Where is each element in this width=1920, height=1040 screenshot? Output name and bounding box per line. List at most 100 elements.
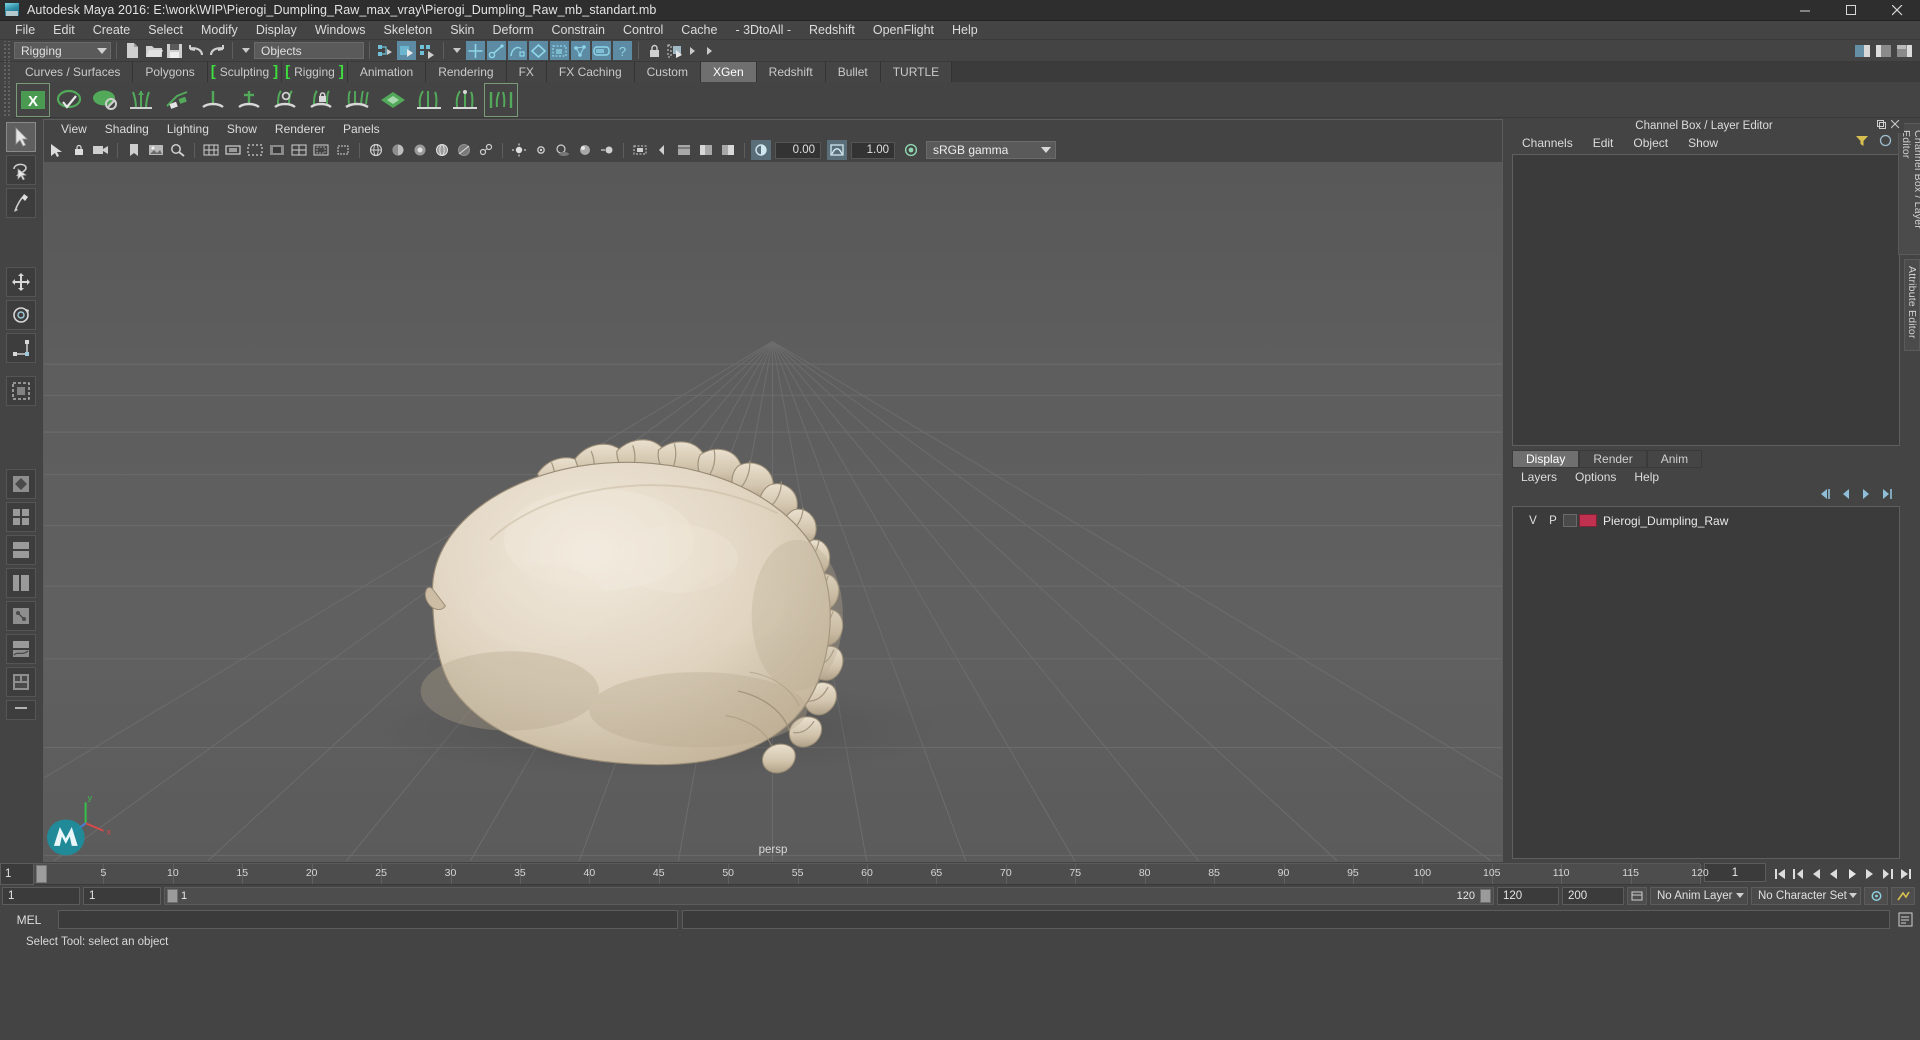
range-slider-track[interactable]: 1 120 <box>164 887 1494 905</box>
safe-action-icon[interactable] <box>311 140 331 160</box>
xgen-groom-brush-icon[interactable] <box>197 84 229 116</box>
xgen-groom-add-icon[interactable] <box>233 84 265 116</box>
mask-dynamics-icon[interactable] <box>592 41 611 60</box>
anim-layer-selector[interactable]: No Anim Layer <box>1650 887 1748 905</box>
menu-redshift[interactable]: Redshift <box>800 21 864 40</box>
channel-box-menu-show[interactable]: Show <box>1678 136 1728 150</box>
time-slider-current-handle[interactable] <box>36 865 47 883</box>
show-hide-tool-settings-icon[interactable] <box>1874 41 1893 60</box>
time-slider-ruler[interactable]: 5 10 15 20 25 30 35 40 45 50 55 60 65 70 75 80 85 90 95 100… <box>34 863 1709 885</box>
xgen-editor-icon[interactable]: X <box>16 82 50 117</box>
xgen-groom-lock-icon[interactable] <box>305 84 337 116</box>
move-layer-up-icon[interactable] <box>1818 487 1832 505</box>
xgen-guide-tool-icon[interactable] <box>413 84 445 116</box>
layer-editor-menu-options[interactable]: Options <box>1566 470 1625 484</box>
gamma-toggle-icon[interactable] <box>827 140 847 160</box>
time-slider-start-field[interactable]: 1 <box>0 863 34 885</box>
close-panel-icon[interactable] <box>1890 119 1900 132</box>
rotate-tool-button[interactable] <box>6 300 36 330</box>
xgen-add-noise-modifier-icon[interactable] <box>161 84 193 116</box>
shelf-tab-rendering[interactable]: Rendering <box>426 62 507 82</box>
wireframe-shading-icon[interactable] <box>366 140 386 160</box>
selection-mask-selector[interactable]: Objects <box>254 42 364 59</box>
paint-effects-globals-icon[interactable] <box>674 140 694 160</box>
layer-editor-tab-anim[interactable]: Anim <box>1646 450 1703 468</box>
menu-control[interactable]: Control <box>614 21 672 40</box>
select-by-hierarchy-icon[interactable] <box>376 41 395 60</box>
command-input[interactable] <box>58 910 678 929</box>
shelf-tab-rigging[interactable]: Rigging <box>282 62 348 82</box>
field-chart-icon[interactable] <box>289 140 309 160</box>
color-management-selector[interactable]: sRGB gamma <box>926 141 1056 159</box>
mask-deformers-icon[interactable] <box>571 41 590 60</box>
resolution-gate-icon[interactable] <box>245 140 265 160</box>
use-all-lights-icon[interactable] <box>531 140 551 160</box>
viewport-display-icon[interactable] <box>718 140 738 160</box>
paint-select-tool-button[interactable] <box>6 188 36 218</box>
viewport-menu-lighting[interactable]: Lighting <box>158 122 218 136</box>
show-hide-attribute-editor-icon[interactable] <box>1853 41 1872 60</box>
animation-start-time-field[interactable]: 1 <box>2 887 80 905</box>
exposure-field[interactable]: 0.00 <box>775 141 821 159</box>
menu-skeleton[interactable]: Skeleton <box>375 21 442 40</box>
shelf-tab-fx-caching[interactable]: FX Caching <box>546 62 635 82</box>
viewport-3d[interactable]: y x persp <box>44 162 1502 861</box>
undo-icon[interactable] <box>186 41 205 60</box>
mask-options-arrow-icon[interactable] <box>453 48 461 53</box>
last-tool-button[interactable] <box>6 376 36 406</box>
shelf-tab-redshift[interactable]: Redshift <box>756 62 826 82</box>
current-frame-field[interactable]: 1 <box>1704 863 1766 882</box>
menu-help[interactable]: Help <box>943 21 987 40</box>
menu-display[interactable]: Display <box>247 21 306 40</box>
viewport-menu-renderer[interactable]: Renderer <box>266 122 334 136</box>
viewport-menu-shading[interactable]: Shading <box>96 122 158 136</box>
go-to-start-icon[interactable] <box>1772 865 1788 883</box>
xgen-groom-comb-icon[interactable] <box>341 84 373 116</box>
statusbar-collapse-arrow-1-icon[interactable] <box>690 46 699 55</box>
shelf-tab-turtle[interactable]: TURTLE <box>880 62 953 82</box>
bookmark-icon[interactable] <box>124 140 144 160</box>
xgen-guide-edit-icon[interactable] <box>449 84 481 116</box>
select-tool-button[interactable] <box>6 122 36 152</box>
select-by-component-icon[interactable] <box>418 41 437 60</box>
grid-toggle-icon[interactable] <box>201 140 221 160</box>
shelf-tab-curves-surfaces[interactable]: Curves / Surfaces <box>13 62 134 82</box>
command-language-selector[interactable]: MEL <box>4 913 54 927</box>
go-to-end-icon[interactable] <box>1898 865 1914 883</box>
statusbar-collapse-arrow-2-icon[interactable] <box>707 46 716 55</box>
menu-deform[interactable]: Deform <box>484 21 543 40</box>
mask-points-icon[interactable] <box>487 41 506 60</box>
view-layout-hypershade-button[interactable] <box>6 667 36 697</box>
channel-box-speedkey-icon[interactable] <box>1879 134 1892 152</box>
channel-box-filter-icon[interactable] <box>1855 134 1869 152</box>
film-gate-icon[interactable] <box>223 140 243 160</box>
animation-settings-icon[interactable] <box>1891 887 1915 905</box>
move-layer-down-one-icon[interactable] <box>1860 487 1872 505</box>
menu-openflight[interactable]: OpenFlight <box>864 21 943 40</box>
view-layout-persp-graph-button[interactable] <box>6 634 36 664</box>
show-hide-channel-box-icon[interactable] <box>1895 41 1914 60</box>
layer-visibility-toggle[interactable]: V <box>1523 515 1543 527</box>
channel-box-menu-object[interactable]: Object <box>1623 136 1678 150</box>
menu-file[interactable]: File <box>6 21 44 40</box>
smooth-shade-all-icon[interactable] <box>388 140 408 160</box>
menu-select[interactable]: Select <box>139 21 192 40</box>
maximize-button[interactable] <box>1828 0 1874 21</box>
toolbar-gripper[interactable] <box>2 40 11 61</box>
highlight-selection-icon[interactable] <box>666 41 685 60</box>
redo-icon[interactable] <box>207 41 226 60</box>
mask-lines-icon[interactable] <box>508 41 527 60</box>
range-slider-right-handle[interactable] <box>1480 889 1491 903</box>
character-set-selector[interactable]: No Character Set <box>1751 887 1861 905</box>
playback-end-time-field[interactable]: 120 <box>1497 887 1559 905</box>
shelf-tab-xgen[interactable]: XGen <box>700 62 757 82</box>
layer-row[interactable]: V P Pierogi_Dumpling_Raw <box>1513 512 1899 529</box>
select-camera-icon[interactable] <box>47 140 67 160</box>
xgen-groom-density-icon[interactable] <box>269 84 301 116</box>
range-slider-left-handle[interactable] <box>167 889 178 903</box>
xgen-collection-icon[interactable] <box>377 84 409 116</box>
xray-mode-icon[interactable] <box>454 140 474 160</box>
scale-tool-button[interactable] <box>6 333 36 363</box>
step-back-frame-icon[interactable] <box>1808 865 1824 883</box>
play-forwards-icon[interactable] <box>1844 865 1860 883</box>
